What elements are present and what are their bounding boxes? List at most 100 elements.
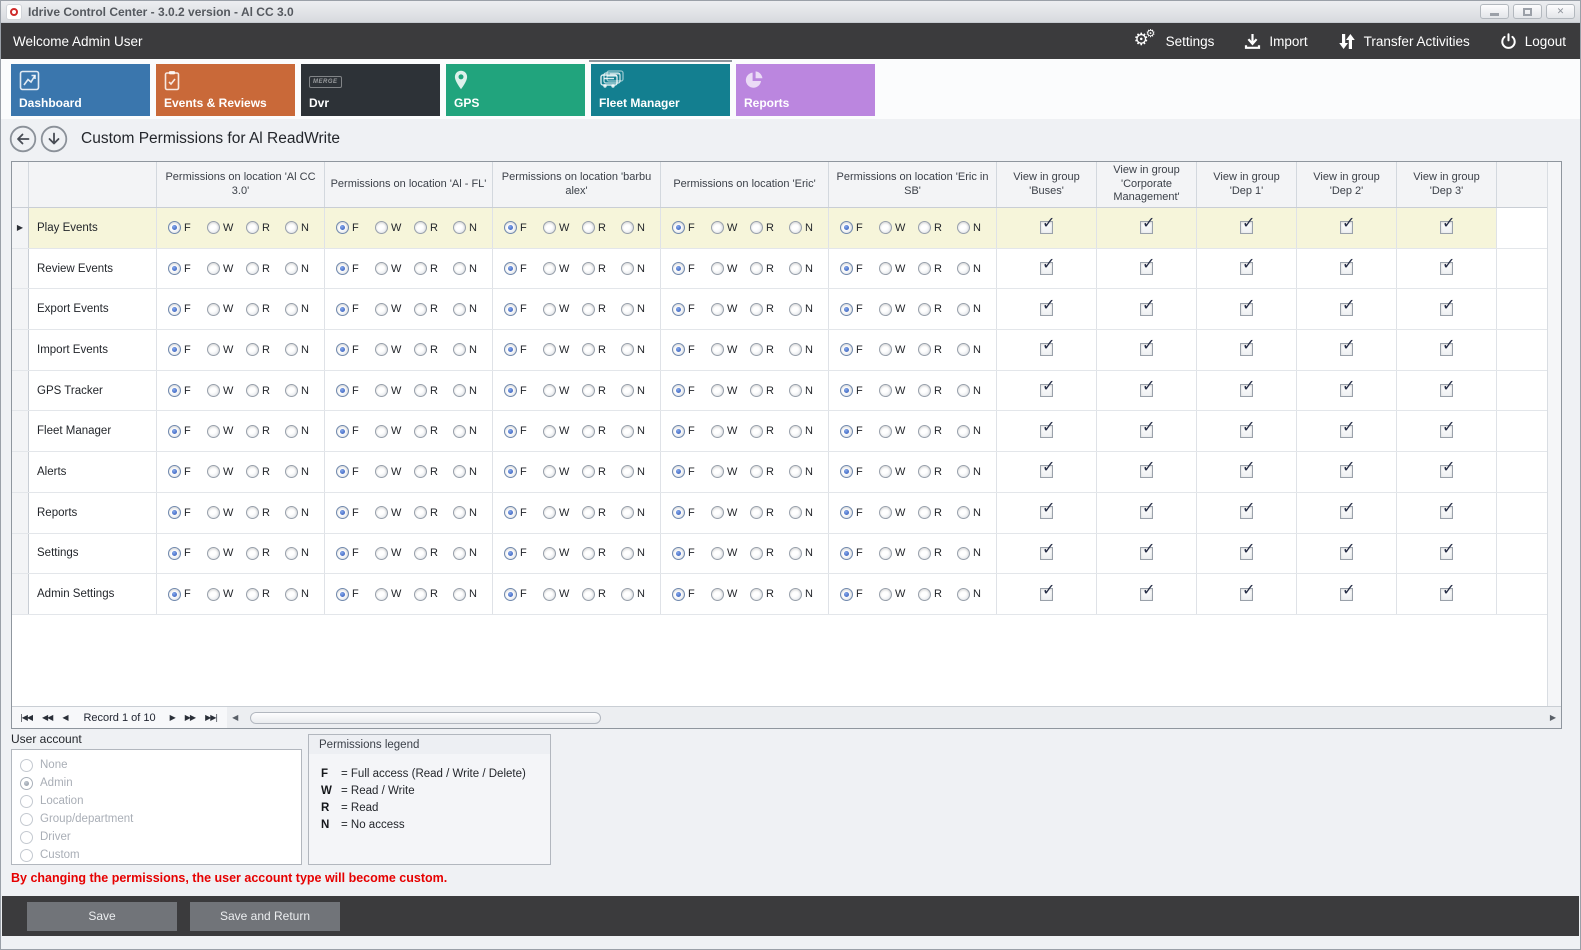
checkbox[interactable]: ✓ [1140,221,1153,234]
checkbox[interactable]: ✓ [1140,588,1153,601]
radio-r[interactable]: R [750,506,789,519]
radio-f[interactable]: F [840,425,879,438]
radio-w[interactable]: W [207,384,246,397]
radio-n[interactable]: N [621,547,660,560]
radio-r[interactable]: R [750,262,789,275]
account-type-none[interactable]: None [20,756,301,774]
checkbox[interactable]: ✓ [1340,384,1353,397]
radio-f[interactable]: F [336,425,375,438]
radio-w[interactable]: W [375,303,414,316]
radio-r[interactable]: R [414,262,453,275]
radio-n[interactable]: N [621,221,660,234]
checkbox[interactable]: ✓ [1440,262,1453,275]
checkbox[interactable]: ✓ [1340,425,1353,438]
radio-r[interactable]: R [414,384,453,397]
tab-dvr[interactable]: MERGEDvr [301,64,440,116]
radio-f[interactable]: F [504,465,543,478]
checkbox[interactable]: ✓ [1040,262,1053,275]
radio-n[interactable]: N [453,221,492,234]
radio-r[interactable]: R [750,384,789,397]
checkbox[interactable]: ✓ [1140,384,1153,397]
radio-n[interactable]: N [285,303,324,316]
radio-f[interactable]: F [336,303,375,316]
radio-f[interactable]: F [840,588,879,601]
radio-f[interactable]: F [840,303,879,316]
table-row[interactable]: ReportsFWRNFWRNFWRNFWRNFWRN✓✓✓✓✓ [12,493,1547,534]
radio-f[interactable]: F [840,262,879,275]
checkbox[interactable]: ✓ [1340,303,1353,316]
checkbox[interactable]: ✓ [1440,588,1453,601]
radio-r[interactable]: R [246,343,285,356]
radio-r[interactable]: R [582,425,621,438]
radio-r[interactable]: R [414,588,453,601]
radio-w[interactable]: W [375,384,414,397]
radio-r[interactable]: R [246,384,285,397]
radio-n[interactable]: N [789,262,828,275]
radio-r[interactable]: R [750,465,789,478]
radio-r[interactable]: R [582,303,621,316]
radio-r[interactable]: R [246,588,285,601]
radio-w[interactable]: W [375,506,414,519]
logout-button[interactable]: Logout [1500,33,1566,50]
radio-w[interactable]: W [711,384,750,397]
close-button[interactable]: ✕ [1546,4,1575,19]
checkbox[interactable]: ✓ [1440,425,1453,438]
radio-r[interactable]: R [750,343,789,356]
account-type-location[interactable]: Location [20,792,301,810]
radio-r[interactable]: R [918,384,957,397]
checkbox[interactable]: ✓ [1440,303,1453,316]
radio-w[interactable]: W [207,343,246,356]
account-type-admin[interactable]: Admin [20,774,301,792]
radio-r[interactable]: R [918,547,957,560]
radio-r[interactable]: R [750,221,789,234]
checkbox[interactable]: ✓ [1040,506,1053,519]
checkbox[interactable]: ✓ [1440,506,1453,519]
radio-f[interactable]: F [840,506,879,519]
radio-w[interactable]: W [879,425,918,438]
radio-w[interactable]: W [711,425,750,438]
table-row[interactable]: Admin SettingsFWRNFWRNFWRNFWRNFWRN✓✓✓✓✓ [12,574,1547,615]
checkbox[interactable]: ✓ [1440,384,1453,397]
checkbox[interactable]: ✓ [1340,343,1353,356]
radio-n[interactable]: N [453,506,492,519]
radio-w[interactable]: W [375,425,414,438]
account-type-group-department[interactable]: Group/department [20,810,301,828]
checkbox[interactable]: ✓ [1140,425,1153,438]
radio-n[interactable]: N [621,384,660,397]
radio-r[interactable]: R [246,465,285,478]
save-button[interactable]: Save [27,902,177,931]
radio-r[interactable]: R [750,547,789,560]
radio-n[interactable]: N [789,506,828,519]
radio-f[interactable]: F [840,384,879,397]
radio-r[interactable]: R [750,588,789,601]
radio-r[interactable]: R [582,465,621,478]
radio-f[interactable]: F [336,547,375,560]
table-row[interactable]: Export EventsFWRNFWRNFWRNFWRNFWRN✓✓✓✓✓ [12,289,1547,330]
radio-n[interactable]: N [285,506,324,519]
checkbox[interactable]: ✓ [1240,343,1253,356]
checkbox[interactable]: ✓ [1040,221,1053,234]
radio-w[interactable]: W [543,384,582,397]
radio-f[interactable]: F [336,588,375,601]
radio-n[interactable]: N [453,262,492,275]
radio-n[interactable]: N [957,384,996,397]
tab-events-reviews[interactable]: Events & Reviews [156,64,295,116]
radio-w[interactable]: W [711,547,750,560]
radio-n[interactable]: N [621,303,660,316]
radio-f[interactable]: F [504,506,543,519]
radio-w[interactable]: W [375,465,414,478]
radio-r[interactable]: R [246,425,285,438]
table-row[interactable]: Fleet ManagerFWRNFWRNFWRNFWRNFWRN✓✓✓✓✓ [12,411,1547,452]
radio-w[interactable]: W [543,262,582,275]
checkbox[interactable]: ✓ [1040,343,1053,356]
radio-n[interactable]: N [789,547,828,560]
radio-w[interactable]: W [879,506,918,519]
checkbox[interactable]: ✓ [1240,506,1253,519]
checkbox[interactable]: ✓ [1240,303,1253,316]
radio-f[interactable]: F [504,547,543,560]
radio-f[interactable]: F [672,465,711,478]
checkbox[interactable]: ✓ [1440,343,1453,356]
nav-prev-button[interactable]: ◀ [62,713,67,722]
radio-r[interactable]: R [918,262,957,275]
horizontal-scrollbar-thumb[interactable] [250,712,601,724]
